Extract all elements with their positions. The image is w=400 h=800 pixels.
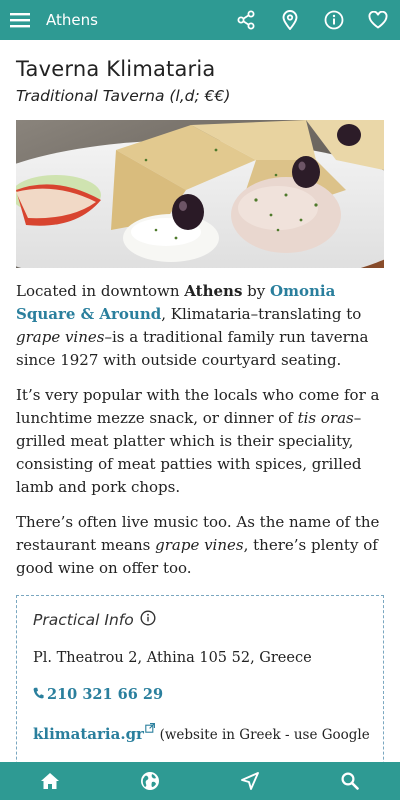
phone-link[interactable]: 210 321 66 29 <box>33 686 367 703</box>
practical-info-title: Practical Info <box>33 611 134 629</box>
menu-icon[interactable] <box>0 0 40 40</box>
place-name: Taverna Klimataria <box>16 57 216 81</box>
practical-info-box: Practical Info Pl. Theatrou 2, Athina 10… <box>16 595 384 762</box>
search-icon[interactable] <box>320 762 380 800</box>
app-bar: Athens <box>0 0 400 40</box>
external-link-icon <box>144 723 155 743</box>
content-scroll[interactable]: Taverna Klimataria Traditional Taverna (… <box>0 40 400 762</box>
map-pin-icon[interactable] <box>268 0 312 40</box>
website-note: (website in Greek - use Google <box>159 727 370 743</box>
description-paragraph-2: It’s very popular with the locals who co… <box>16 386 380 496</box>
globe-icon[interactable] <box>120 762 180 800</box>
heart-icon[interactable] <box>356 0 400 40</box>
info-icon[interactable] <box>312 0 356 40</box>
phone-icon <box>33 686 44 703</box>
address: Pl. Theatrou 2, Athina 105 52, Greece <box>33 650 312 666</box>
info-circle-icon[interactable] <box>140 610 156 630</box>
website-line: klimataria.gr (website in Greek - use Go… <box>33 723 370 743</box>
website-link[interactable]: klimataria.gr <box>33 725 144 743</box>
description-paragraph-1: Located in downtown Athens by Omonia Squ… <box>16 282 369 369</box>
home-icon[interactable] <box>20 762 80 800</box>
place-subtitle: Traditional Taverna (l,d; €€) <box>16 87 231 105</box>
food-photo <box>16 120 384 268</box>
practical-info-heading: Practical Info <box>33 610 367 630</box>
bottom-nav <box>0 762 400 800</box>
description-paragraph-3: There’s often live music too. As the nam… <box>16 513 380 577</box>
share-icon[interactable] <box>224 0 268 40</box>
phone-number: 210 321 66 29 <box>47 686 164 703</box>
navigation-icon[interactable] <box>220 762 280 800</box>
app-title: Athens <box>46 11 98 29</box>
